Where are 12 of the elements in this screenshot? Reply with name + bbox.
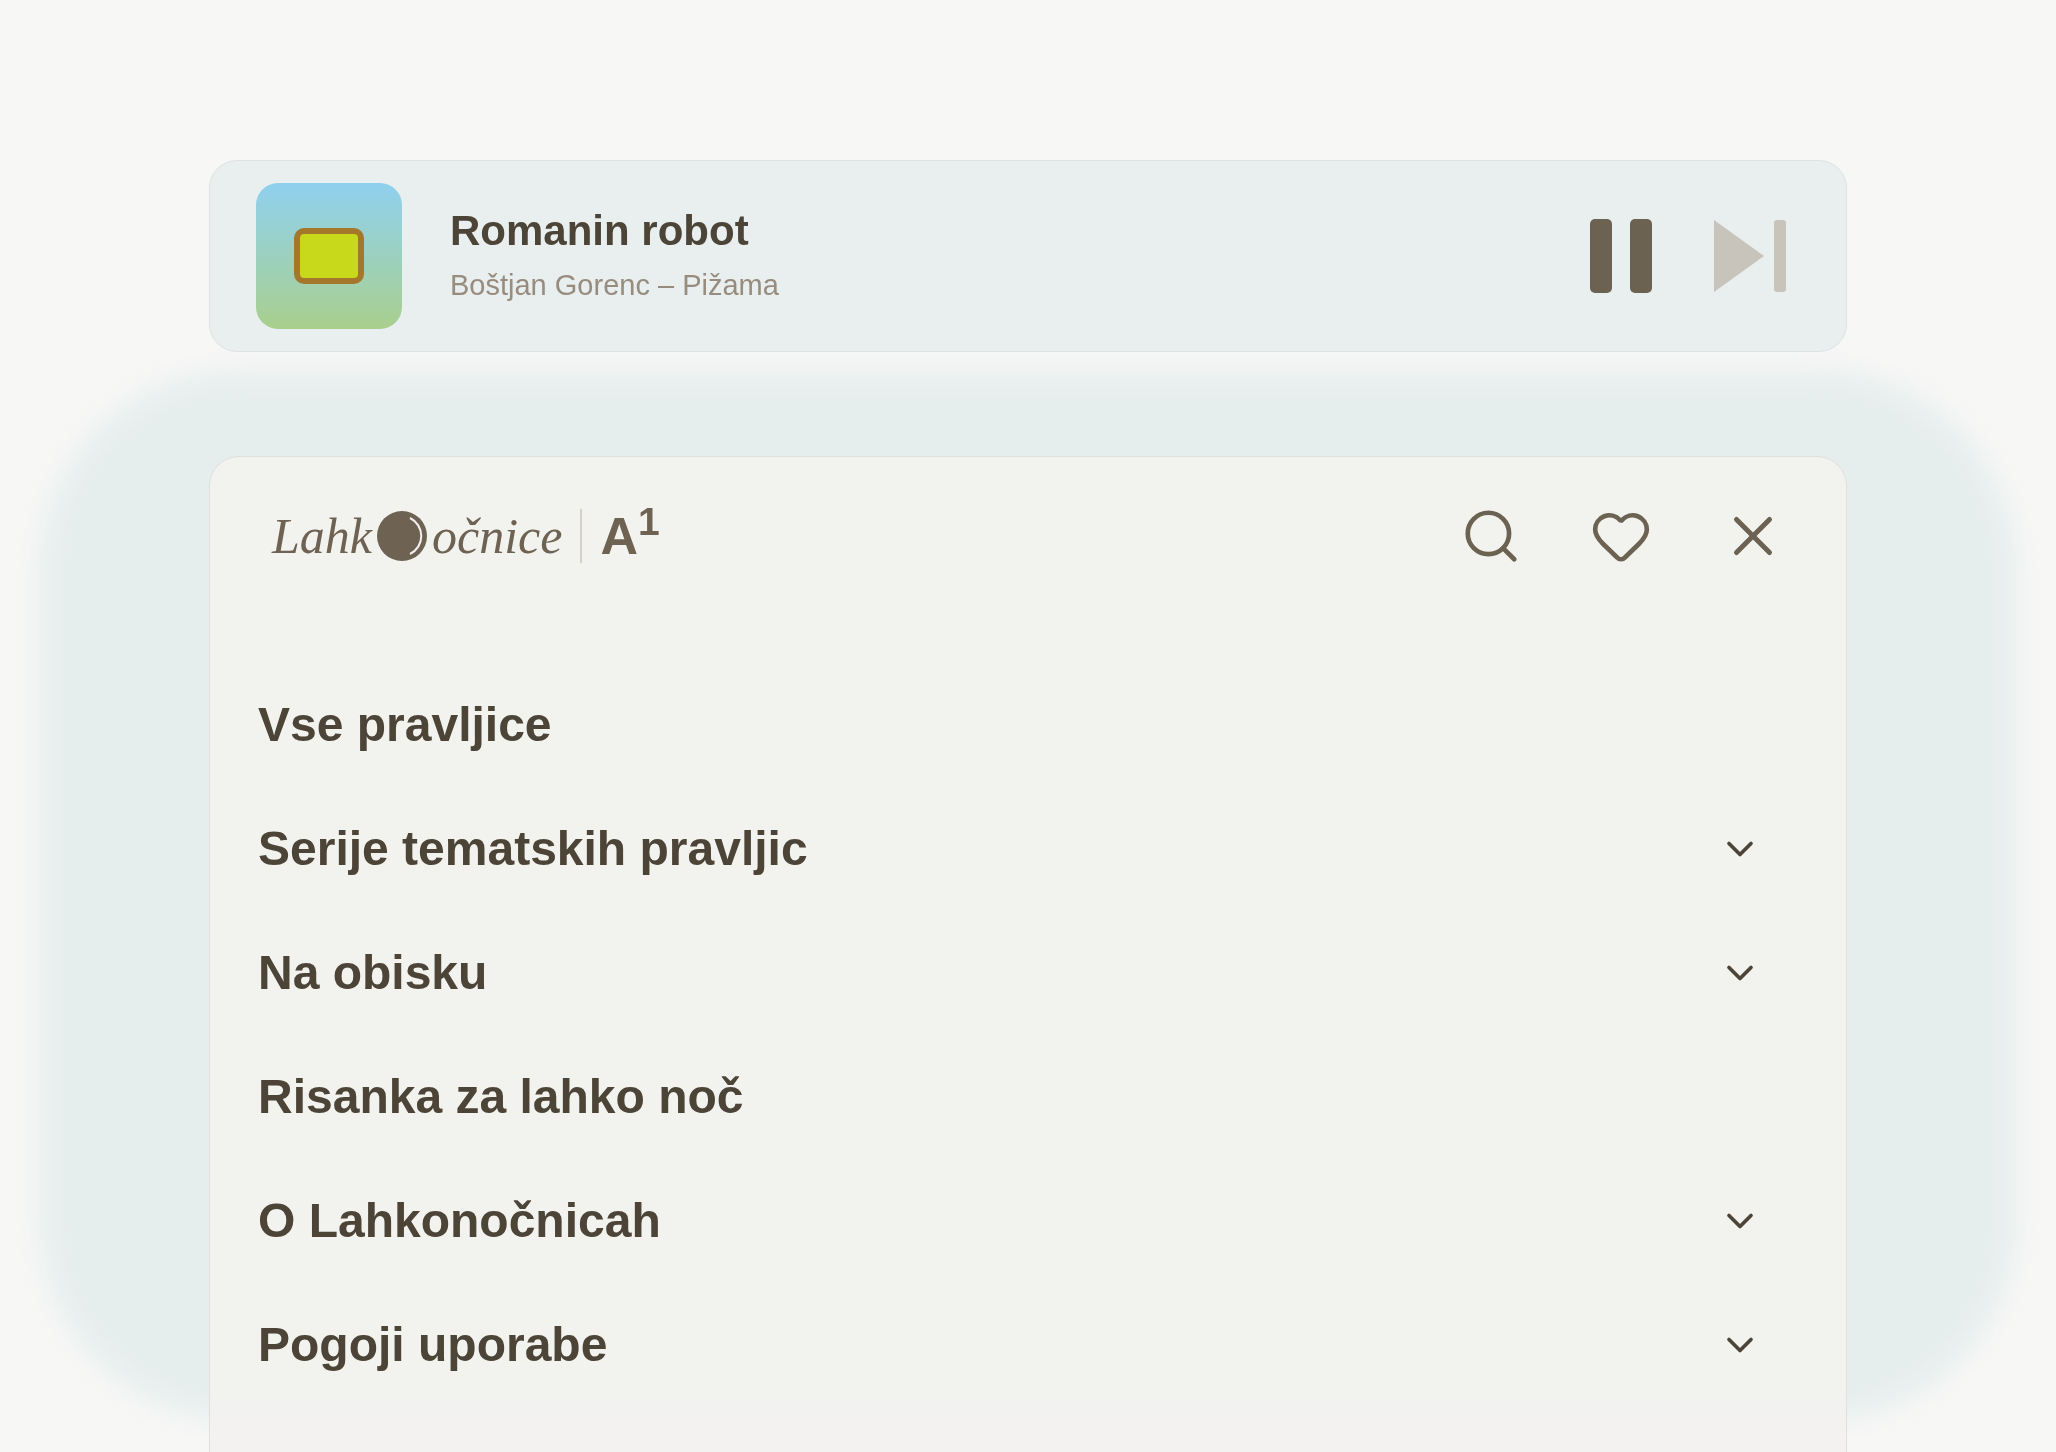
moon-icon	[376, 510, 428, 562]
menu-item[interactable]: Serije tematskih pravljic	[258, 821, 1798, 877]
track-title: Romanin robot	[450, 206, 750, 256]
menu-item[interactable]: Na obisku	[258, 945, 1798, 1001]
logo-text: Lahk	[272, 506, 372, 566]
track-subtitle: Boštjan Gorenc – Pižama	[450, 267, 780, 303]
menu-item[interactable]: O Lahkonočnicah	[258, 1193, 1798, 1249]
menu-item[interactable]: Pogoji uporabe	[258, 1317, 1798, 1373]
menu-item[interactable]: Vse pravljice	[258, 697, 1798, 753]
menu-item[interactable]: Risanka za lahko noč	[258, 1069, 1798, 1125]
partner-logo: A$^{1}$	[600, 498, 660, 567]
logo-text: očnice	[432, 506, 563, 566]
